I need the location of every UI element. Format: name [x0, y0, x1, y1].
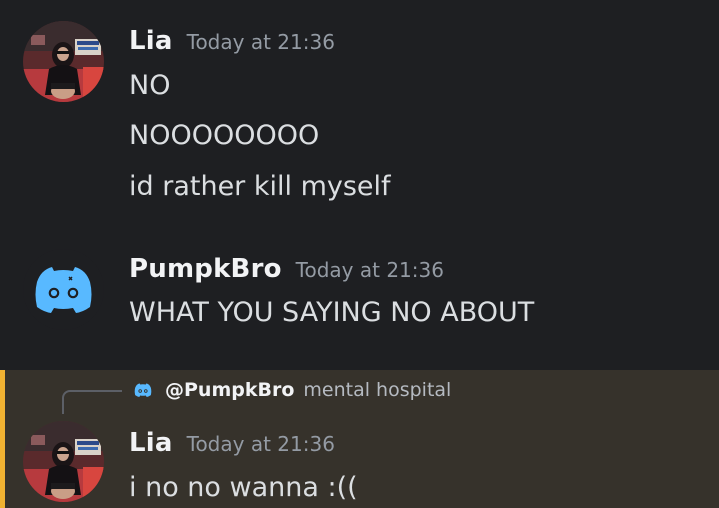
message-timestamp: Today at 21:36	[186, 432, 335, 456]
message-line: NO	[129, 70, 171, 101]
mention-highlight-bar	[0, 370, 5, 508]
avatar[interactable]	[23, 421, 104, 502]
author-name[interactable]: Lia	[129, 26, 173, 56]
avatar[interactable]	[23, 21, 104, 102]
chat-log: Lia Today at 21:36 NO NOOOOOOOO id rather…	[0, 0, 719, 508]
message-line: WHAT YOU SAYING NO ABOUT	[129, 297, 535, 328]
author-name[interactable]: PumpkBro	[129, 254, 282, 284]
reply-spine	[62, 390, 122, 414]
avatar[interactable]	[23, 249, 104, 330]
message-author[interactable]: Lia Today at 21:36	[129, 428, 335, 458]
user-photo-icon	[23, 21, 104, 102]
message-line: NOOOOOOOO	[129, 120, 320, 151]
user-photo-icon	[23, 421, 104, 502]
message-line: id rather kill myself	[129, 171, 391, 202]
reply-preview[interactable]: @PumpkBro mental hospital	[131, 376, 451, 404]
message-author[interactable]: Lia Today at 21:36	[129, 26, 335, 56]
message-author[interactable]: PumpkBro Today at 21:36	[129, 254, 444, 284]
message-line: i no no wanna :((	[129, 472, 358, 503]
author-name[interactable]: Lia	[129, 428, 173, 458]
reply-mention[interactable]: @PumpkBro	[165, 379, 294, 401]
reply-preview-text[interactable]: mental hospital	[303, 379, 451, 401]
message-timestamp: Today at 21:36	[295, 258, 444, 282]
reply-avatar	[131, 378, 155, 402]
discord-logo-icon	[131, 378, 155, 402]
message-timestamp: Today at 21:36	[186, 30, 335, 54]
discord-logo-icon	[23, 249, 104, 330]
